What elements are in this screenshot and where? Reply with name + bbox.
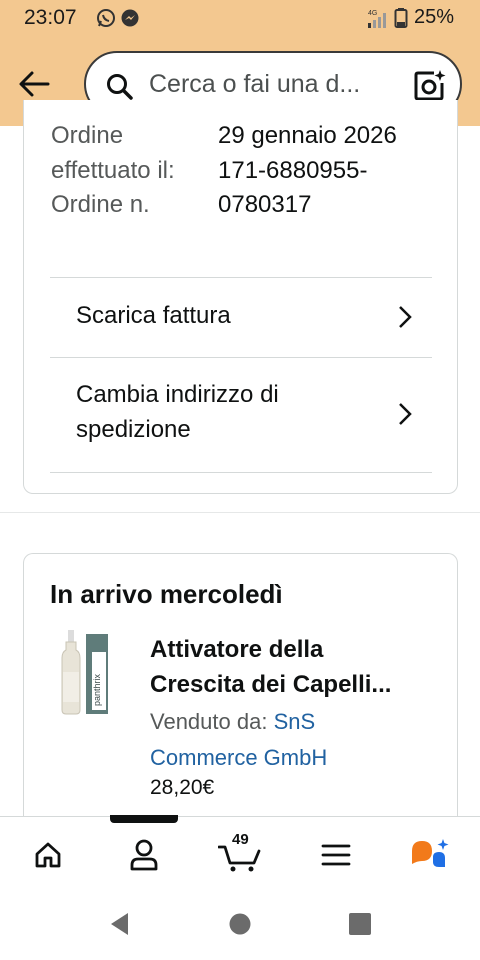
- menu-icon: [321, 844, 351, 866]
- svg-text:4G: 4G: [368, 10, 377, 17]
- order-labels: Ordine effettuato il: Ordine n.: [51, 122, 175, 218]
- svg-text:panthrix: panthrix: [92, 673, 102, 706]
- system-home-icon[interactable]: [228, 911, 252, 937]
- nav-menu[interactable]: [314, 833, 358, 877]
- chevron-right-icon: [399, 306, 412, 328]
- nav-home[interactable]: [26, 833, 70, 877]
- download-invoice-row[interactable]: Scarica fattura: [50, 278, 432, 357]
- cart-count-badge: 49: [232, 831, 249, 848]
- notification-icons: [96, 8, 140, 28]
- status-time: 23:07: [24, 6, 77, 29]
- download-invoice-label: Scarica fattura: [76, 302, 231, 329]
- nav-rufus[interactable]: [408, 833, 452, 877]
- divider: [50, 472, 432, 473]
- system-recents-icon[interactable]: [347, 911, 373, 937]
- home-icon: [35, 842, 61, 868]
- sold-by-label: Venduto da:: [150, 709, 268, 734]
- status-bar: 23:07 4G 25%: [0, 0, 480, 36]
- change-address-text-1: Cambia indirizzo di: [76, 381, 279, 408]
- rufus-icon: [412, 839, 449, 867]
- system-back-icon[interactable]: [108, 911, 130, 937]
- order-number-part2: 0780317: [218, 191, 312, 218]
- camera-search-icon[interactable]: [414, 69, 446, 101]
- change-address-label: Cambia indirizzo di spedizione: [76, 377, 279, 447]
- active-tab-indicator: [110, 815, 178, 823]
- sold-by: Venduto da: SnS Commerce GmbH: [150, 704, 430, 776]
- product-title-line1: Attivatore della: [150, 636, 324, 663]
- battery-icon: [394, 7, 408, 28]
- messenger-icon: [121, 9, 139, 27]
- back-button[interactable]: [16, 66, 52, 102]
- order-date: 29 gennaio 2026: [218, 122, 397, 149]
- product-price: 28,20€: [150, 776, 215, 799]
- order-card: Ordine effettuato il: Ordine n. 29 genna…: [23, 100, 458, 494]
- nav-cart[interactable]: 49: [216, 831, 264, 877]
- search-placeholder: Cerca o fai una d...: [149, 70, 361, 98]
- system-icons: 4G 25%: [366, 6, 454, 29]
- battery-percent: 25%: [413, 6, 454, 28]
- whatsapp-icon: [97, 9, 115, 27]
- system-navigation-bar: [0, 888, 480, 960]
- shipment-card: In arrivo mercoledì panthrix Attivatore …: [23, 553, 458, 833]
- change-address-row[interactable]: Cambia indirizzo di spedizione: [50, 358, 432, 472]
- change-address-text-2: spedizione: [76, 416, 191, 443]
- product-thumbnail[interactable]: panthrix: [50, 628, 118, 718]
- order-values: 29 gennaio 2026 171-6880955- 0780317: [218, 119, 448, 223]
- bottom-navigation: 49: [0, 815, 480, 888]
- section-divider: [0, 512, 480, 513]
- arrival-heading: In arrivo mercoledì: [50, 579, 283, 609]
- arrow-left-icon: [19, 71, 50, 97]
- account-icon: [130, 839, 158, 871]
- search-icon: [107, 74, 133, 100]
- order-number-part1: 171-6880955-: [218, 156, 368, 184]
- signal-icon: 4G: [367, 10, 386, 28]
- product-title[interactable]: Attivatore della Crescita dei Capelli...: [150, 632, 440, 702]
- chevron-right-icon: [399, 403, 412, 425]
- product-title-line2: Crescita dei Capelli...: [150, 671, 392, 698]
- seller-link[interactable]: Commerce GmbH: [150, 745, 327, 770]
- nav-account[interactable]: [122, 833, 166, 877]
- seller-link[interactable]: SnS: [274, 709, 316, 734]
